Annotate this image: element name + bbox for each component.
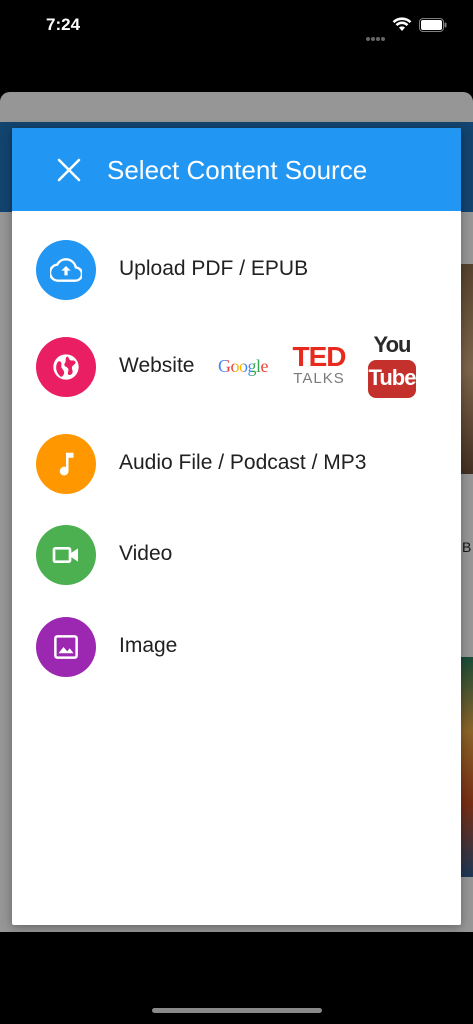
source-label: Video — [119, 542, 173, 565]
source-label: Image — [119, 634, 178, 657]
content-source-dialog: Select Content Source Upload PDF / EPUB … — [12, 128, 461, 925]
globe-icon — [36, 337, 96, 397]
youtube-logo: You Tube — [368, 333, 416, 398]
dialog-title: Select Content Source — [107, 155, 368, 185]
video-camera-icon — [36, 525, 96, 585]
youtube-you-text: You — [373, 332, 412, 357]
source-label: Audio File / Podcast / MP3 — [119, 451, 367, 474]
dialog-header: Select Content Source — [12, 128, 461, 211]
source-label: Upload PDF / EPUB — [119, 257, 309, 280]
home-indicator[interactable] — [152, 1008, 322, 1013]
ted-logo-text: TED — [292, 341, 347, 372]
status-bar: 7:24 — [0, 0, 473, 50]
ted-talks-text: TALKS — [293, 370, 345, 387]
battery-icon — [419, 18, 447, 32]
image-icon — [36, 617, 96, 677]
cloud-upload-icon — [36, 240, 96, 300]
ted-talks-logo: TED TALKS — [289, 343, 349, 387]
source-item-audio[interactable]: Audio File / Podcast / MP3 — [12, 419, 461, 509]
source-label: Website — [119, 354, 195, 377]
source-item-image[interactable]: Image — [12, 602, 461, 692]
wifi-icon — [392, 17, 412, 31]
cellular-signal-icon — [366, 28, 386, 41]
music-note-icon — [36, 434, 96, 494]
google-logo-text: Google — [218, 356, 269, 376]
source-item-upload-pdf-epub[interactable]: Upload PDF / EPUB — [12, 225, 461, 315]
source-item-video[interactable]: Video — [12, 510, 461, 600]
status-time: 7:24 — [46, 15, 81, 34]
google-logo: Google — [218, 356, 269, 377]
youtube-tube-text: Tube — [368, 360, 416, 398]
close-icon[interactable] — [56, 157, 82, 183]
